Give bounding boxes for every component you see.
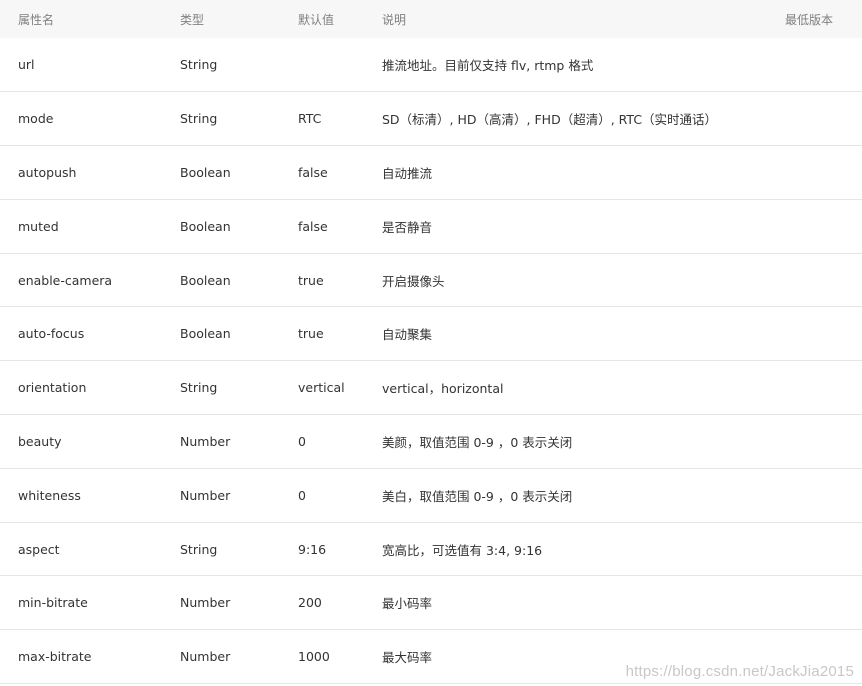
watermark-text: https://blog.csdn.net/JackJia2015 (625, 663, 854, 680)
cell-type: Number (180, 595, 231, 611)
table-row: orientation String vertical vertical，hor… (0, 361, 862, 415)
cell-name: max-bitrate (18, 649, 92, 665)
cell-version (785, 468, 862, 522)
cell-type: Boolean (180, 218, 231, 234)
header-type: 类型 (180, 12, 205, 27)
cell-default: 0 (298, 487, 306, 503)
table-header: 属性名 类型 默认值 说明 最低版本 (0, 0, 862, 38)
cell-version (785, 522, 862, 576)
cell-default: true (298, 272, 324, 288)
table-row: min-bitrate Number 200 最小码率 (0, 576, 862, 630)
cell-version (785, 92, 862, 146)
table-row: aspect String 9:16 宽高比，可选值有 3:4, 9:16 (0, 522, 862, 576)
cell-default: true (298, 326, 324, 342)
table-row: beauty Number 0 美颜，取值范围 0-9 ，0 表示关闭 (0, 415, 862, 469)
cell-type: String (180, 380, 218, 396)
cell-description: 美颜，取值范围 0-9 ，0 表示关闭 (382, 434, 573, 450)
cell-type: Number (180, 487, 231, 503)
table-body: url String 推流地址。目前仅支持 flv, rtmp 格式 mode … (0, 38, 862, 684)
cell-default (298, 38, 382, 92)
header-description: 说明 (382, 12, 407, 27)
cell-type: Boolean (180, 326, 231, 342)
cell-default: 9:16 (298, 541, 327, 557)
cell-type: String (180, 111, 218, 127)
cell-name: autopush (18, 164, 77, 180)
cell-name: enable-camera (18, 272, 113, 288)
cell-version (785, 307, 862, 361)
cell-default: RTC (298, 111, 322, 127)
cell-default: 200 (298, 595, 322, 611)
cell-default: false (298, 218, 328, 234)
cell-version (785, 415, 862, 469)
table-row: autopush Boolean false 自动推流 (0, 146, 862, 200)
cell-description: vertical，horizontal (382, 381, 504, 397)
cell-version (785, 199, 862, 253)
cell-version (785, 361, 862, 415)
cell-type: Boolean (180, 272, 231, 288)
cell-name: mode (18, 111, 54, 127)
cell-description: 推流地址。目前仅支持 flv, rtmp 格式 (382, 58, 594, 74)
table-row: auto-focus Boolean true 自动聚集 (0, 307, 862, 361)
cell-type: Number (180, 649, 231, 665)
cell-default: vertical (298, 380, 345, 396)
cell-name: url (18, 57, 35, 73)
table-row: url String 推流地址。目前仅支持 flv, rtmp 格式 (0, 38, 862, 92)
cell-name: auto-focus (18, 326, 85, 342)
cell-description: 自动聚集 (382, 327, 433, 343)
property-table: 属性名 类型 默认值 说明 最低版本 url String 推流地址。目前仅支持… (0, 0, 862, 684)
table-row: enable-camera Boolean true 开启摄像头 (0, 253, 862, 307)
cell-default: 1000 (298, 649, 330, 665)
cell-type: Number (180, 433, 231, 449)
cell-type: String (180, 541, 218, 557)
table-row: muted Boolean false 是否静音 (0, 199, 862, 254)
cell-name: min-bitrate (18, 595, 88, 611)
cell-version (785, 146, 862, 200)
cell-description: SD（标清）, HD（高清）, FHD（超清）, RTC（实时通话） (382, 112, 718, 128)
cell-version (785, 576, 862, 630)
cell-version (785, 253, 862, 307)
cell-description: 最小码率 (382, 596, 433, 612)
header-name: 属性名 (18, 12, 55, 27)
header-default: 默认值 (298, 12, 335, 27)
header-min-version: 最低版本 (785, 12, 834, 27)
cell-name: aspect (18, 541, 60, 557)
cell-description: 自动推流 (382, 165, 433, 181)
cell-description: 开启摄像头 (382, 273, 445, 289)
cell-default: 0 (298, 433, 306, 449)
cell-name: orientation (18, 380, 87, 396)
cell-type: String (180, 57, 218, 73)
cell-name: beauty (18, 433, 62, 449)
table-row: whiteness Number 0 美白，取值范围 0-9 ，0 表示关闭 (0, 468, 862, 523)
cell-description: 宽高比，可选值有 3:4, 9:16 (382, 542, 543, 558)
cell-name: whiteness (18, 487, 81, 503)
table-row: mode String RTC SD（标清）, HD（高清）, FHD（超清）,… (0, 92, 862, 146)
cell-type: Boolean (180, 164, 231, 180)
cell-description: 美白，取值范围 0-9 ，0 表示关闭 (382, 488, 573, 504)
header-row: 属性名 类型 默认值 说明 最低版本 (0, 0, 862, 38)
cell-default: false (298, 164, 328, 180)
cell-name: muted (18, 218, 59, 234)
cell-version (785, 38, 862, 92)
cell-description: 是否静音 (382, 219, 433, 235)
